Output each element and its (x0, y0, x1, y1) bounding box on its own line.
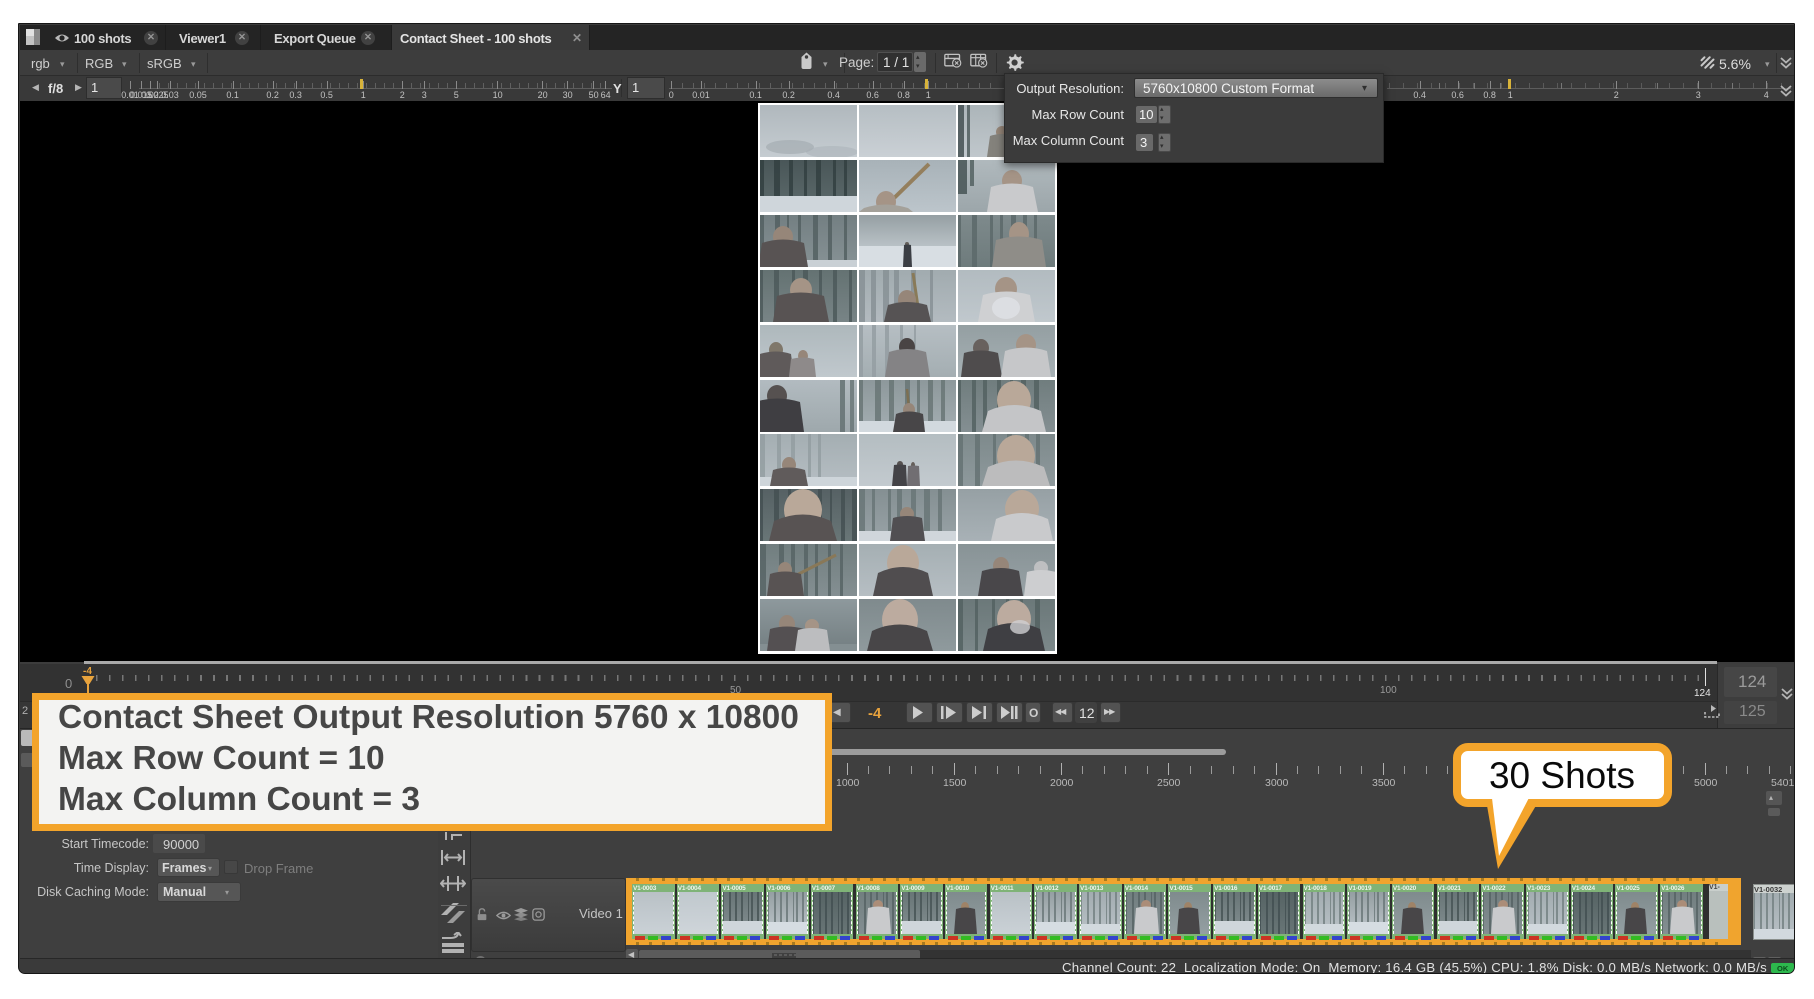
svg-text:-4: -4 (83, 666, 92, 677)
svg-text:30 Shots: 30 Shots (1489, 755, 1635, 796)
